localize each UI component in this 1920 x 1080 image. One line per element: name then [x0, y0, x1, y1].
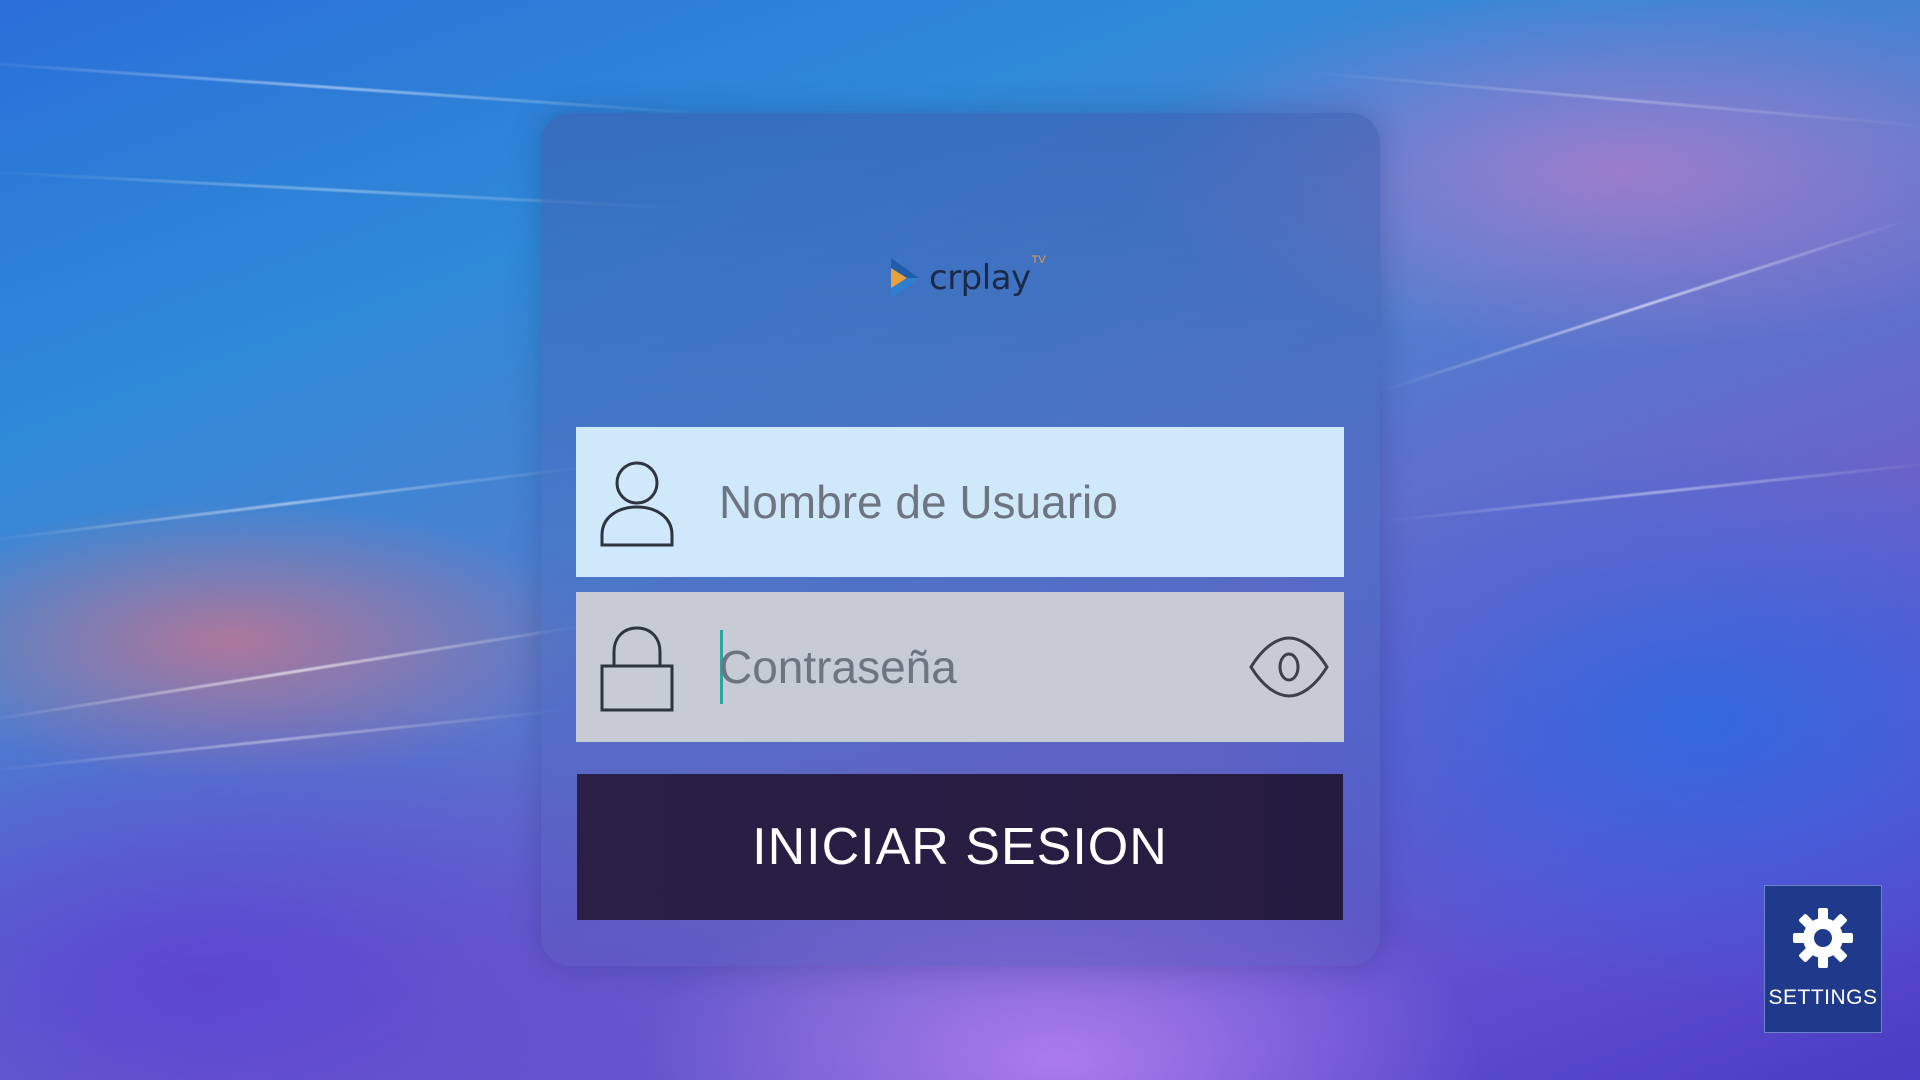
- logo-text: crplay: [929, 258, 1031, 298]
- background-streak: [1379, 217, 1914, 393]
- background-streak: [0, 464, 596, 543]
- username-field[interactable]: [576, 427, 1344, 577]
- background-streak: [1379, 461, 1920, 523]
- background-streak: [0, 619, 613, 723]
- username-input[interactable]: [719, 427, 1279, 577]
- lock-icon: [600, 626, 674, 712]
- settings-button[interactable]: SETTINGS: [1764, 885, 1882, 1033]
- gear-icon: [1793, 908, 1853, 968]
- play-icon: [891, 258, 919, 298]
- password-input[interactable]: [719, 592, 1279, 742]
- app-logo: crplay TV: [885, 252, 1046, 304]
- background-streak: [0, 707, 577, 773]
- user-icon: [600, 461, 674, 547]
- password-field[interactable]: [576, 592, 1344, 742]
- background-streak: [0, 60, 719, 117]
- login-screen: crplay TV INICIAR SESION: [0, 0, 1920, 1080]
- login-button[interactable]: INICIAR SESION: [577, 774, 1343, 920]
- logo-superscript: TV: [1031, 254, 1046, 266]
- settings-label: SETTINGS: [1768, 986, 1878, 1009]
- eye-icon[interactable]: [1248, 634, 1330, 700]
- background-streak: [1299, 70, 1920, 129]
